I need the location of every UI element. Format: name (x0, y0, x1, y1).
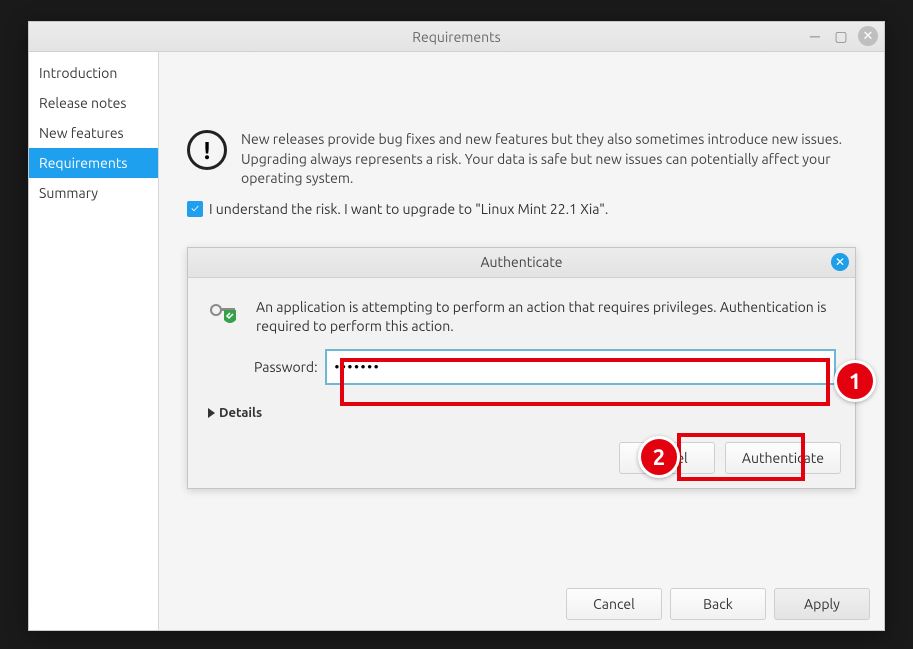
password-label: Password: (254, 359, 318, 375)
password-input[interactable] (326, 350, 835, 384)
sidebar-item-new-features[interactable]: New features (29, 118, 158, 148)
wizard-back-button[interactable]: Back (670, 588, 766, 620)
maximize-button[interactable]: ▢ (832, 27, 850, 45)
details-expander[interactable]: Details (208, 406, 835, 420)
risk-checkbox[interactable]: ✓ (187, 201, 203, 217)
authenticate-message: An application is attempting to perform … (256, 298, 835, 336)
authenticate-dialog: Authenticate ✕ (187, 247, 856, 489)
wizard-cancel-button[interactable]: Cancel (566, 588, 662, 620)
chevron-right-icon (208, 408, 215, 418)
auth-authenticate-button[interactable]: Authenticate (725, 442, 841, 474)
titlebar: Requirements ─ ▢ ✕ (29, 22, 884, 52)
risk-label: I understand the risk. I want to upgrade… (209, 201, 608, 217)
window-title: Requirements (412, 29, 500, 45)
info-text: New releases provide bug fixes and new f… (241, 130, 856, 189)
details-label: Details (219, 406, 262, 420)
window-controls: ─ ▢ ✕ (806, 26, 878, 46)
minimize-button[interactable]: ─ (806, 27, 824, 45)
sidebar-item-introduction[interactable]: Introduction (29, 58, 158, 88)
auth-cancel-button[interactable]: Cancel (619, 442, 715, 474)
info-row: ! New releases provide bug fixes and new… (187, 130, 856, 189)
authenticate-title: Authenticate (480, 254, 562, 270)
sidebar-item-summary[interactable]: Summary (29, 178, 158, 208)
warning-icon: ! (187, 130, 227, 170)
close-button[interactable]: ✕ (858, 26, 878, 46)
sidebar-item-release-notes[interactable]: Release notes (29, 88, 158, 118)
authenticate-titlebar: Authenticate ✕ (188, 248, 855, 278)
key-shield-icon (208, 298, 244, 324)
authenticate-close-button[interactable]: ✕ (831, 253, 849, 271)
content-pane: ! New releases provide bug fixes and new… (159, 52, 884, 630)
wizard-footer: Cancel Back Apply (159, 578, 884, 630)
sidebar-item-requirements[interactable]: Requirements (29, 148, 158, 178)
sidebar: Introduction Release notes New features … (29, 52, 159, 630)
upgrade-window: Requirements ─ ▢ ✕ Introduction Release … (28, 21, 885, 631)
wizard-apply-button[interactable]: Apply (774, 588, 870, 620)
risk-checkbox-row[interactable]: ✓ I understand the risk. I want to upgra… (187, 201, 856, 217)
